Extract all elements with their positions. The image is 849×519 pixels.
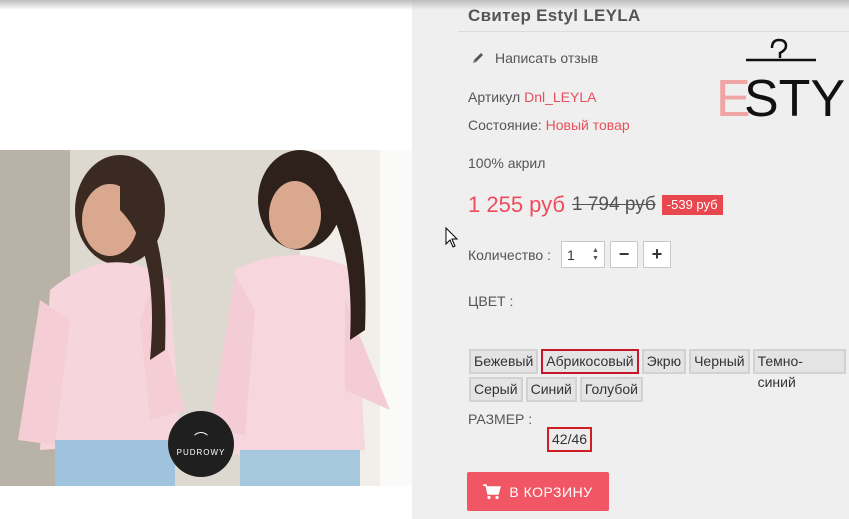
add-to-cart-label: В КОРЗИНУ: [509, 483, 593, 500]
article-label: Артикул: [468, 89, 521, 105]
color-options: Бежевый Абрикосовый Экрю Черный Темно-си…: [469, 349, 849, 405]
add-to-cart-button[interactable]: В КОРЗИНУ: [467, 472, 609, 511]
color-option-beige[interactable]: Бежевый: [469, 349, 539, 374]
product-image-area: ⌒ PUDROWY: [0, 0, 412, 519]
condition-label: Состояние:: [468, 117, 542, 133]
color-option-apricot[interactable]: Абрикосовый: [541, 349, 639, 374]
condition-row: Состояние: Новый товар: [468, 117, 630, 133]
plus-icon[interactable]: +: [642, 241, 671, 268]
color-option-ecru[interactable]: Экрю: [641, 349, 687, 374]
quantity-input[interactable]: 1 ▲ ▼: [560, 241, 605, 268]
price-row: 1 255 руб 1 794 руб -539 руб: [468, 192, 723, 218]
color-option-black[interactable]: Черный: [689, 349, 750, 374]
article-row: Артикул Dnl_LEYLA: [468, 89, 596, 105]
old-price: 1 794 руб: [572, 194, 656, 215]
pencil-icon: [473, 53, 483, 63]
cart-icon: [483, 483, 502, 499]
top-shadow: [0, 0, 849, 10]
color-option-grey[interactable]: Серый: [469, 377, 523, 402]
minus-icon[interactable]: −: [609, 241, 638, 268]
color-options-row-1: Бежевый Абрикосовый Экрю Черный Темно-си…: [469, 349, 849, 390]
hanger-icon: ⌒: [194, 430, 208, 447]
color-option-navy[interactable]: Темно-синий: [752, 349, 846, 390]
quantity-value: 1: [566, 246, 575, 263]
pudrowy-badge-text: PUDROWY: [176, 447, 226, 457]
title-divider: [458, 31, 849, 32]
quantity-row: Количество : 1 ▲ ▼ − +: [468, 241, 671, 268]
color-option-light-blue[interactable]: Голубой: [579, 377, 643, 402]
pudrowy-badge: ⌒ PUDROWY: [168, 411, 234, 477]
size-label: РАЗМЕР :: [468, 411, 533, 427]
mouse-cursor-icon: [445, 227, 459, 248]
condition-value: Новый товар: [545, 117, 630, 133]
composition-text: 100% акрил: [468, 155, 546, 171]
write-review-link[interactable]: Написать отзыв: [470, 50, 598, 66]
quantity-label: Количество :: [468, 246, 551, 263]
logo-text: STYL: [744, 70, 849, 120]
estyl-logo: E STYL: [716, 38, 849, 120]
spinner-icon[interactable]: ▲ ▼: [592, 247, 599, 263]
discount-badge: -539 руб: [661, 195, 723, 215]
article-value: Dnl_LEYLA: [524, 89, 597, 105]
color-option-blue[interactable]: Синий: [525, 377, 577, 402]
color-label: ЦВЕТ :: [468, 293, 514, 309]
current-price: 1 255 руб: [468, 192, 566, 217]
size-option-42-46[interactable]: 42/46: [547, 427, 593, 452]
write-review-label: Написать отзыв: [495, 50, 599, 66]
